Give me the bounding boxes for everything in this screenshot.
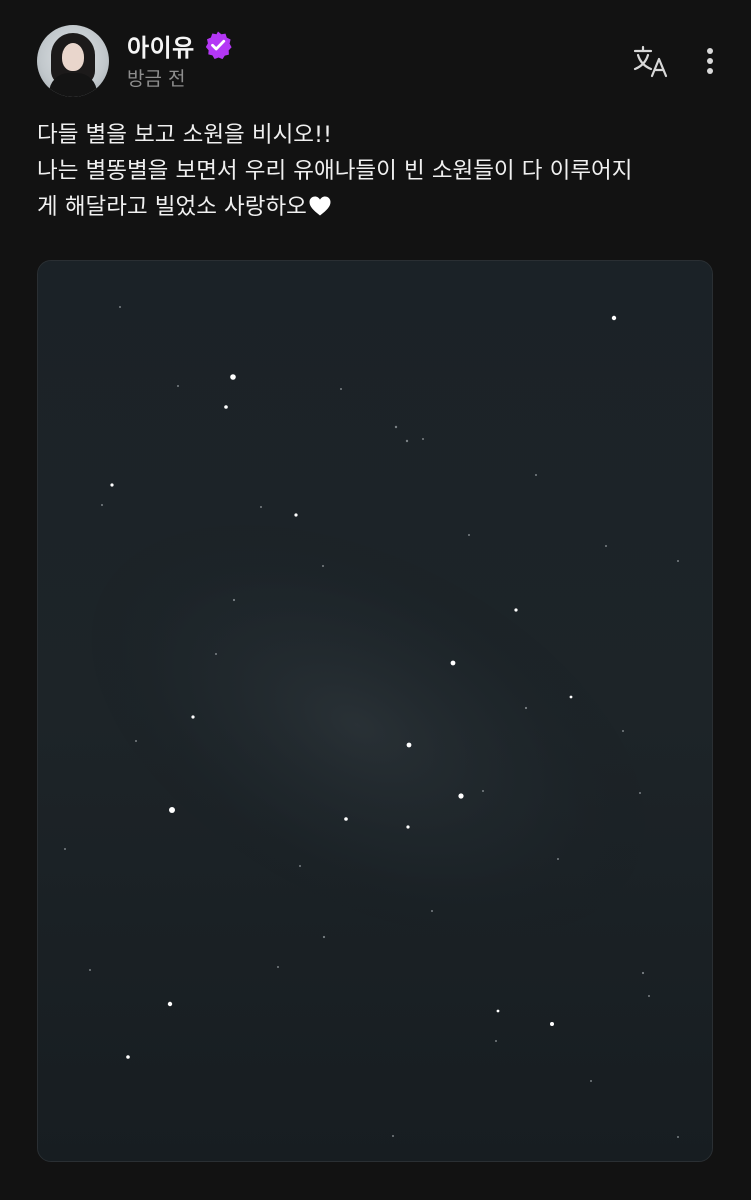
author-name-row: 아이유 <box>127 28 233 62</box>
post-text-line: 다들 별을 보고 소원을 비시오!! <box>37 122 333 148</box>
author-name[interactable]: 아이유 <box>127 28 195 63</box>
post-image-night-sky[interactable] <box>37 260 713 1162</box>
verified-badge-icon <box>203 30 233 60</box>
author-avatar[interactable] <box>37 25 109 97</box>
more-vertical-icon[interactable] <box>698 44 722 80</box>
heart-icon <box>308 192 332 228</box>
post-text-line: 게 해달라고 빌었소 사랑하오 <box>37 194 307 220</box>
post-header: 아이유 방금 전 <box>0 0 751 110</box>
translate-icon[interactable] <box>632 45 670 79</box>
night-sky-photo <box>38 261 712 1161</box>
post-body-text: 다들 별을 보고 소원을 비시오!! 나는 별똥별을 보면서 우리 유애나들이 … <box>37 117 727 228</box>
post-timestamp: 방금 전 <box>127 68 186 90</box>
post-text-line: 나는 별똥별을 보면서 우리 유애나들이 빈 소원들이 다 이루어지 <box>37 158 633 184</box>
